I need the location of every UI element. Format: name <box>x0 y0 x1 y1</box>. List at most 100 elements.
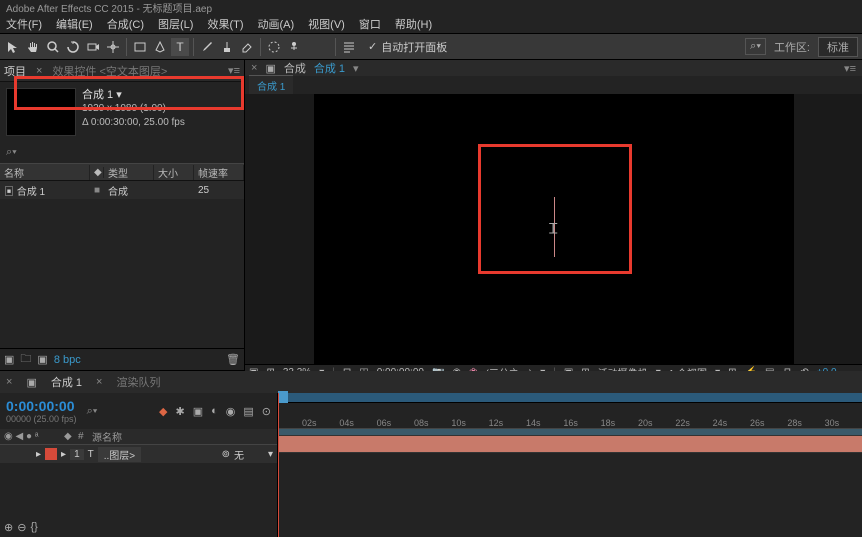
chevron-down-icon[interactable]: ▾ <box>268 449 273 460</box>
separator <box>193 38 194 56</box>
row-fps: 25 <box>194 185 244 196</box>
chevron-down-icon[interactable]: ▾ <box>353 62 359 75</box>
brainstorm-icon[interactable]: ⊙ <box>262 405 271 418</box>
parent-value[interactable]: 无 <box>234 447 244 462</box>
pen-tool[interactable] <box>151 38 169 56</box>
sub-tab-comp[interactable]: 合成 1 <box>249 75 293 95</box>
folder-icon[interactable]: 🗀 <box>20 350 31 369</box>
col-source[interactable]: 源名称 <box>92 429 122 444</box>
zoom-tool[interactable] <box>44 38 62 56</box>
workspace-selector[interactable]: 标准 <box>818 37 858 57</box>
annotation-highlight <box>478 144 632 274</box>
tab-close-icon[interactable]: × <box>6 376 12 388</box>
menu-animation[interactable]: 动画(A) <box>258 16 295 32</box>
menu-help[interactable]: 帮助(H) <box>395 16 432 32</box>
timeline-left: 0:00:00:00 00000 (25.00 fps) ⌕▾ ◆ ✱ ▣ ◐ … <box>0 393 278 537</box>
eraser-tool[interactable] <box>238 38 256 56</box>
toggle-modes-icon[interactable]: ⊖ <box>17 521 26 534</box>
timeline-right[interactable]: 02s04s06s08s10s12s14s16s18s20s22s24s26s2… <box>278 393 862 537</box>
col-type[interactable]: 类型 <box>104 165 154 180</box>
motion-blur-icon[interactable]: ◉ <box>226 405 236 418</box>
ruler-tick: 02s <box>302 418 317 428</box>
draft3d-icon[interactable]: ▣ <box>193 405 203 418</box>
search-icon[interactable]: ⌕▾ <box>745 38 766 55</box>
crumb-active[interactable]: 合成 1 <box>314 60 345 76</box>
selection-tool[interactable] <box>4 38 22 56</box>
menu-window[interactable]: 窗口 <box>359 16 381 32</box>
separator <box>260 38 261 56</box>
composition-panel: × ▣ 合成 合成 1 ▾ ▾≡ 合成 1 Ꮖ ▣ ⊞ 33.3% ▾ | ⊡ … <box>245 60 862 370</box>
expand-icon[interactable]: ▸ <box>36 449 41 460</box>
workspace-label: 工作区: <box>774 39 810 55</box>
lock-icon[interactable]: × <box>251 62 257 74</box>
comp-mini-icon[interactable]: ◆ <box>159 405 167 418</box>
toggle-pane-icon[interactable]: {} <box>30 521 37 533</box>
layer-disclosure[interactable]: ▸ <box>61 449 66 460</box>
ruler-tick: 06s <box>377 418 392 428</box>
comp-thumbnail[interactable] <box>6 88 76 136</box>
menu-effect[interactable]: 效果(T) <box>207 16 243 32</box>
layer-name[interactable]: ..图层> <box>98 447 141 462</box>
clone-tool[interactable] <box>218 38 236 56</box>
menu-view[interactable]: 视图(V) <box>308 16 345 32</box>
menu-layer[interactable]: 图层(L) <box>158 16 193 32</box>
menu-composition[interactable]: 合成(C) <box>107 16 144 32</box>
timecode-fps: 00000 (25.00 fps) <box>6 414 77 424</box>
timeline-navigator[interactable] <box>278 393 862 403</box>
rectangle-tool[interactable] <box>131 38 149 56</box>
comp-duration: Δ 0:00:30:00, 25.00 fps <box>82 116 185 130</box>
composition-canvas[interactable]: Ꮖ <box>314 94 794 364</box>
search-icon[interactable]: ⌕▾ <box>6 146 17 159</box>
project-row[interactable]: ▣ 合成 1 ■ 合成 25 <box>0 181 244 199</box>
camera-tool[interactable] <box>84 38 102 56</box>
col-size[interactable]: 大小 <box>154 165 194 180</box>
roto-tool[interactable] <box>265 38 283 56</box>
layer-duration-bar[interactable] <box>278 435 862 453</box>
graph-icon[interactable]: ▤ <box>243 405 253 418</box>
col-name[interactable]: 名称 <box>0 165 90 180</box>
ruler-tick: 24s <box>713 418 728 428</box>
tab-render-queue[interactable]: 渲染队列 <box>116 374 160 390</box>
toggle-switches-icon[interactable]: ⊕ <box>4 521 13 534</box>
timeline-ruler[interactable]: 02s04s06s08s10s12s14s16s18s20s22s24s26s2… <box>278 403 862 429</box>
bpc-label[interactable]: 8 bpc <box>54 354 81 366</box>
trash-icon[interactable]: 🗑 <box>226 353 240 366</box>
col-fps[interactable]: 帧速率 <box>194 165 244 180</box>
timeline-panel: × ▣ 合成 1 × 渲染队列 0:00:00:00 00000 (25.00 … <box>0 370 862 537</box>
shy-icon[interactable]: ✱ <box>175 405 184 418</box>
tab-effect-controls[interactable]: 效果控件 <空文本图层> <box>52 63 167 79</box>
layer-color-swatch[interactable] <box>45 448 57 460</box>
auto-open-panel-check[interactable]: ✓ 自动打开面板 <box>368 39 447 55</box>
tab-timeline-comp[interactable]: 合成 1 <box>51 374 82 390</box>
paragraph-icon[interactable] <box>340 38 358 56</box>
frame-blend-icon[interactable]: ◐ <box>211 405 218 418</box>
panel-menu-icon[interactable]: ▾≡ <box>844 62 856 75</box>
menu-edit[interactable]: 编辑(E) <box>56 16 93 32</box>
project-columns: 名称 ◆ 类型 大小 帧速率 <box>0 163 244 181</box>
col-tag-icon[interactable]: ◆ <box>90 167 104 178</box>
puppet-tool[interactable] <box>285 38 303 56</box>
ruler-tick: 30s <box>825 418 840 428</box>
search-icon[interactable]: ⌕▾ <box>87 405 98 418</box>
tab-close-icon[interactable]: × <box>36 65 42 77</box>
rotation-tool[interactable] <box>64 38 82 56</box>
playhead[interactable] <box>278 393 279 537</box>
text-tool[interactable]: T <box>171 38 189 56</box>
anchor-tool[interactable] <box>104 38 122 56</box>
interpret-icon[interactable]: ▣ <box>4 353 14 366</box>
current-timecode[interactable]: 0:00:00:00 <box>6 398 77 414</box>
ruler-tick: 12s <box>489 418 504 428</box>
menubar: 文件(F) 编辑(E) 合成(C) 图层(L) 效果(T) 动画(A) 视图(V… <box>0 14 862 34</box>
brush-tool[interactable] <box>198 38 216 56</box>
layer-row[interactable]: ▸ ▸ 1 T ..图层> ⊚ 无 ▾ <box>0 445 277 463</box>
tab-project[interactable]: 项目 <box>4 63 26 79</box>
new-comp-icon[interactable]: ▣ <box>37 353 47 366</box>
hand-tool[interactable] <box>24 38 42 56</box>
panel-menu-icon[interactable]: ▾≡ <box>228 64 240 77</box>
viewer[interactable]: Ꮖ <box>245 94 862 364</box>
project-panel: 项目 × 效果控件 <空文本图层> ▾≡ 合成 1 ▾ 1920 x 1080 … <box>0 60 245 370</box>
tab-close-icon[interactable]: × <box>96 376 102 388</box>
parent-link-icon[interactable]: ⊚ <box>222 449 230 460</box>
row-tag: ■ <box>90 185 104 196</box>
menu-file[interactable]: 文件(F) <box>6 16 42 32</box>
